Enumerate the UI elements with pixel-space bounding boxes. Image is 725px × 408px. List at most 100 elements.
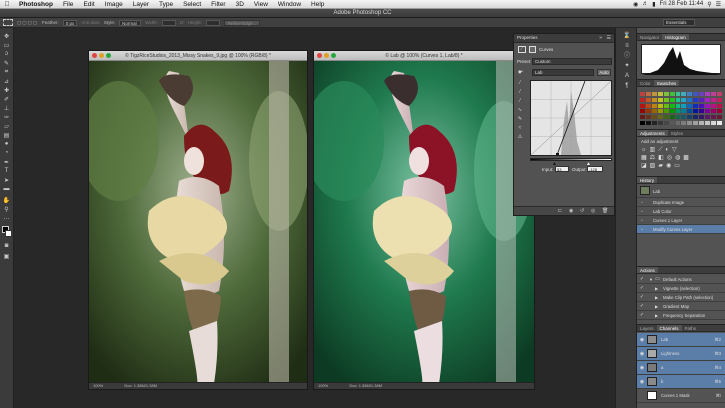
check-icon[interactable]: ✓	[639, 303, 645, 309]
visibility-icon[interactable]: ◎	[591, 208, 595, 214]
brightness-icon[interactable]: ☼	[641, 147, 650, 153]
swatch[interactable]	[699, 103, 705, 108]
healing-tool-icon[interactable]: ✚	[2, 86, 11, 94]
clip-to-layer-icon[interactable]: ⊏	[558, 208, 562, 214]
swatch[interactable]	[657, 103, 663, 108]
spotlight-icon[interactable]: ⚲	[707, 1, 711, 8]
swatch-grid[interactable]	[640, 92, 722, 126]
swatch[interactable]	[640, 109, 645, 114]
menu-edit[interactable]: Edit	[78, 1, 99, 8]
brush-panel-icon[interactable]: ✦	[621, 62, 633, 70]
swatch[interactable]	[669, 103, 675, 108]
preset-select[interactable]: Custom	[532, 58, 612, 65]
visibility-eye-icon[interactable]: ◉	[639, 337, 645, 343]
swatch[interactable]	[663, 115, 669, 120]
swatch[interactable]	[669, 92, 675, 96]
expand-icon[interactable]: ▶	[655, 295, 658, 300]
gradient-map-icon[interactable]: ▭	[674, 163, 683, 169]
swatch[interactable]	[705, 92, 711, 96]
action-item[interactable]: ✓ ▶ Make Clip Path (selection)	[637, 293, 725, 302]
swatch[interactable]	[705, 103, 711, 108]
swatch[interactable]	[681, 92, 687, 96]
swatch[interactable]	[687, 121, 693, 126]
action-item[interactable]: ✓ ▶ Frequency Separation	[637, 311, 725, 320]
feather-input[interactable]: 0 px	[62, 19, 78, 26]
tab-paths[interactable]: Paths	[682, 325, 700, 331]
history-brush-tool-icon[interactable]: ✑	[2, 113, 11, 121]
reset-icon[interactable]: ↺	[580, 208, 584, 214]
swatch[interactable]	[699, 121, 705, 126]
action-item[interactable]: ✓ ▶ Gradient Map	[637, 302, 725, 311]
clone-stamp-tool-icon[interactable]: ⊥	[2, 104, 11, 112]
blur-tool-icon[interactable]: ●	[2, 140, 11, 148]
swatch[interactable]	[681, 109, 687, 114]
eyedropper-black-icon[interactable]: ⁄	[517, 80, 523, 86]
swatch[interactable]	[699, 92, 705, 96]
screen-mode-icon[interactable]: ▣	[2, 252, 11, 260]
tab-channels[interactable]: Channels	[656, 325, 682, 331]
curve-point[interactable]	[556, 153, 559, 156]
menu-view[interactable]: View	[249, 1, 273, 8]
menu-3d[interactable]: 3D	[231, 1, 249, 8]
swatch[interactable]	[640, 121, 645, 126]
close-button[interactable]	[92, 53, 97, 58]
swatch[interactable]	[657, 121, 663, 126]
lasso-tool-icon[interactable]: ↄ	[2, 50, 11, 58]
volume-icon[interactable]: ♬	[642, 1, 648, 7]
swatch[interactable]	[681, 115, 687, 120]
bw-icon[interactable]: ◧	[658, 155, 667, 161]
swatch[interactable]	[687, 115, 693, 120]
swatch[interactable]	[651, 121, 657, 126]
zoom-level[interactable]: 100%	[318, 383, 328, 388]
document-titlebar[interactable]: © Lab @ 100% (Curves 1, Lab/8) *	[314, 51, 534, 61]
wifi-icon[interactable]: ◉	[633, 1, 638, 8]
expand-icon[interactable]: ▶	[655, 286, 658, 291]
menu-select[interactable]: Select	[178, 1, 206, 8]
tab-color[interactable]: Color	[637, 80, 654, 86]
menu-window[interactable]: Window	[273, 1, 306, 8]
info-panel-icon[interactable]: ⓘ	[621, 52, 633, 60]
history-item[interactable]: ▫ Lab Color	[637, 207, 725, 216]
menu-app[interactable]: Photoshop	[14, 1, 58, 8]
input-value-field[interactable]: 53	[555, 166, 569, 172]
tab-swatches[interactable]: Swatches	[653, 80, 680, 86]
swatch[interactable]	[681, 97, 687, 102]
swatch[interactable]	[711, 103, 717, 108]
history-panel-icon[interactable]: ⌛	[621, 32, 633, 40]
zoom-tool-icon[interactable]: ⚲	[2, 205, 11, 213]
swatch[interactable]	[717, 103, 722, 108]
swatch[interactable]	[657, 97, 663, 102]
channel-row[interactable]: ◉ a ⌘4	[637, 361, 725, 375]
close-button[interactable]	[317, 53, 322, 58]
menu-file[interactable]: File	[58, 1, 78, 8]
doc-size[interactable]: Doc: 1.38M/1.38M	[124, 383, 157, 388]
check-icon[interactable]: ✓	[639, 285, 645, 291]
check-icon[interactable]: ✓	[639, 312, 645, 318]
swatch[interactable]	[699, 109, 705, 114]
swatch[interactable]	[717, 121, 722, 126]
photo-filter-icon[interactable]: ◎	[667, 155, 675, 161]
swatch[interactable]	[687, 92, 693, 96]
swatch[interactable]	[711, 109, 717, 114]
swatch[interactable]	[645, 97, 651, 102]
document-titlebar[interactable]: © TigzRiceStudios_2013_Missy Snakes_9.jp…	[89, 51, 307, 61]
battery-icon[interactable]: ▮	[652, 1, 655, 8]
swatch[interactable]	[711, 97, 717, 102]
crop-tool-icon[interactable]: ⌗	[2, 68, 11, 76]
invert-icon[interactable]: ◪	[641, 163, 650, 169]
swatch[interactable]	[687, 103, 693, 108]
zoom-level[interactable]: 100%	[93, 383, 103, 388]
channel-select[interactable]: Lab	[532, 69, 594, 76]
swatch[interactable]	[645, 121, 651, 126]
swatch[interactable]	[640, 103, 645, 108]
swatch[interactable]	[663, 97, 669, 102]
swatch[interactable]	[669, 97, 675, 102]
swatch[interactable]	[640, 92, 645, 96]
swatch[interactable]	[711, 92, 717, 96]
menu-type[interactable]: Type	[154, 1, 178, 8]
smooth-curve-icon[interactable]: ≈	[517, 125, 523, 131]
tab-navigator[interactable]: Navigator	[637, 34, 662, 40]
swatch[interactable]	[675, 115, 681, 120]
swatch[interactable]	[687, 109, 693, 114]
swatch[interactable]	[640, 97, 645, 102]
